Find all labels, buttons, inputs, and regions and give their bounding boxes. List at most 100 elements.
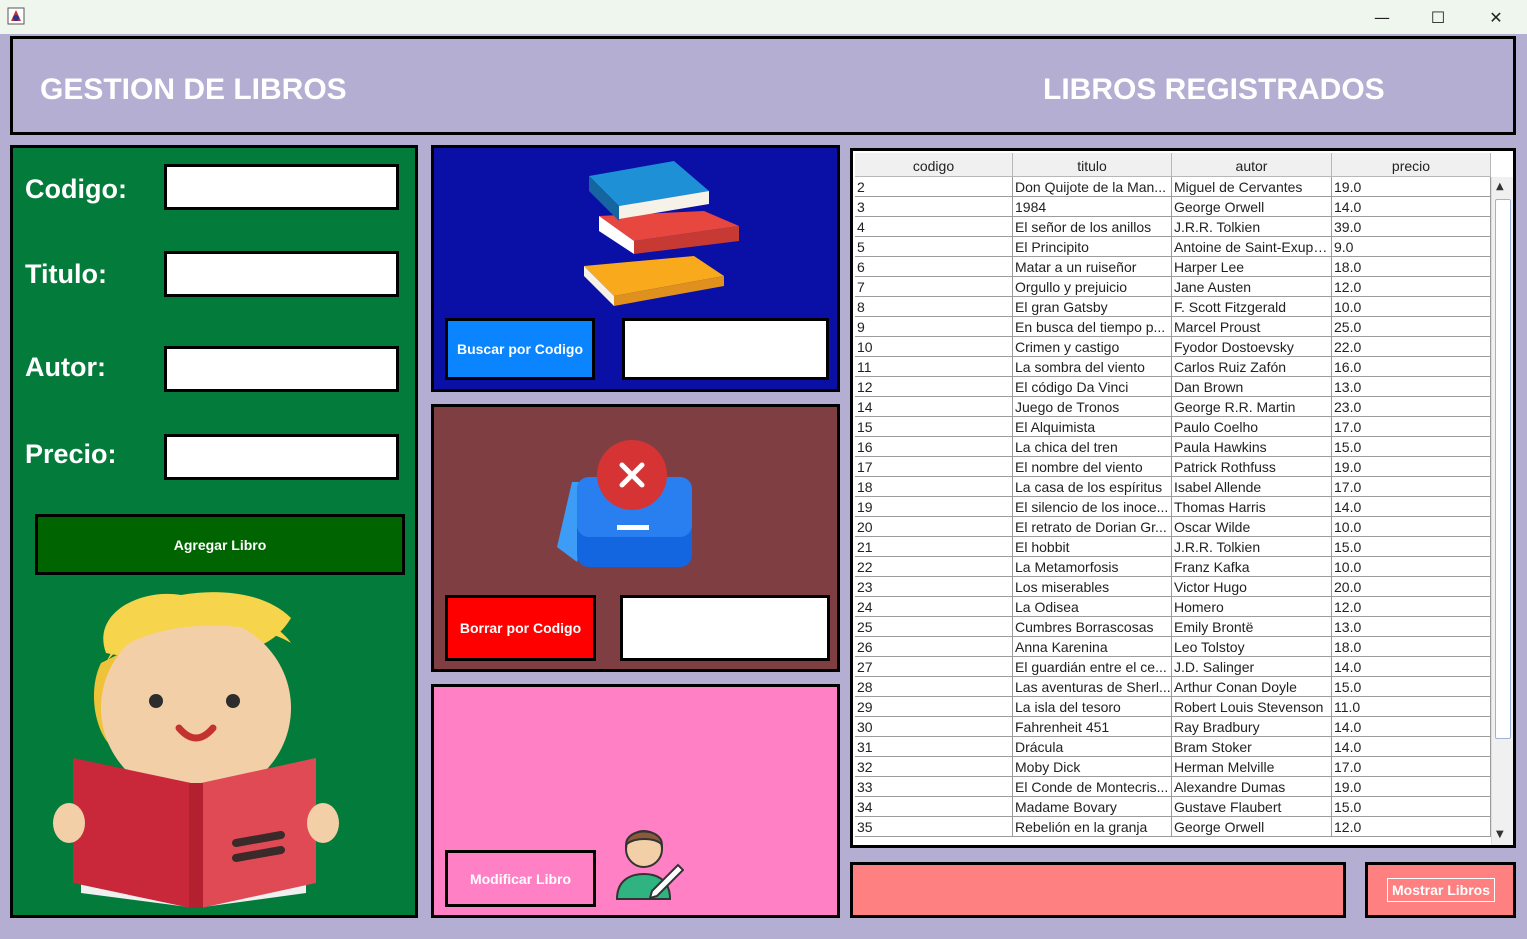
cell-titulo[interactable]: Anna Karenina — [1013, 637, 1172, 657]
table-row[interactable]: 32 Moby Dick Herman Melville 17.0 — [855, 757, 1491, 777]
table-row[interactable]: 31 Drácula Bram Stoker 14.0 — [855, 737, 1491, 757]
cell-codigo[interactable]: 34 — [855, 797, 1013, 817]
table-row[interactable]: 2 Don Quijote de la Man... Miguel de Cerva… — [855, 177, 1491, 197]
cell-codigo[interactable]: 24 — [855, 597, 1013, 617]
cell-titulo[interactable]: El nombre del viento — [1013, 457, 1172, 477]
table-row[interactable]: 33 El Conde de Montecris... Alexandre Duma… — [855, 777, 1491, 797]
cell-precio[interactable]: 9.0 — [1332, 237, 1491, 257]
cell-autor[interactable]: Leo Tolstoy — [1172, 637, 1332, 657]
cell-titulo[interactable]: El código Da Vinci — [1013, 377, 1172, 397]
cell-codigo[interactable]: 15 — [855, 417, 1013, 437]
cell-precio[interactable]: 12.0 — [1332, 597, 1491, 617]
cell-codigo[interactable]: 19 — [855, 497, 1013, 517]
cell-autor[interactable]: F. Scott Fitzgerald — [1172, 297, 1332, 317]
cell-titulo[interactable]: El Principito — [1013, 237, 1172, 257]
table-row[interactable]: 20 El retrato de Dorian Gr... Oscar Wilde 1… — [855, 517, 1491, 537]
cell-autor[interactable]: Ray Bradbury — [1172, 717, 1332, 737]
cell-codigo[interactable]: 11 — [855, 357, 1013, 377]
table-row[interactable]: 14 Juego de Tronos George R.R. Martin 23.0 — [855, 397, 1491, 417]
column-header-precio[interactable]: precio — [1332, 153, 1491, 177]
cell-autor[interactable]: Antoine de Saint-Exupé... — [1172, 237, 1332, 257]
cell-titulo[interactable]: El Alquimista — [1013, 417, 1172, 437]
cell-autor[interactable]: Bram Stoker — [1172, 737, 1332, 757]
cell-titulo[interactable]: El Conde de Montecris... — [1013, 777, 1172, 797]
cell-precio[interactable]: 19.0 — [1332, 777, 1491, 797]
show-books-button[interactable]: Mostrar Libros — [1387, 878, 1495, 902]
close-button[interactable]: ✕ — [1468, 0, 1524, 34]
table-row[interactable]: 34 Madame Bovary Gustave Flaubert 15.0 — [855, 797, 1491, 817]
table-scrollbar[interactable]: ▲ ▼ — [1491, 177, 1513, 845]
cell-codigo[interactable]: 7 — [855, 277, 1013, 297]
cell-titulo[interactable]: La Odisea — [1013, 597, 1172, 617]
table-row[interactable]: 5 El Principito Antoine de Saint-Exupé... 9… — [855, 237, 1491, 257]
table-row[interactable]: 16 La chica del tren Paula Hawkins 15.0 — [855, 437, 1491, 457]
cell-precio[interactable]: 25.0 — [1332, 317, 1491, 337]
table-row[interactable]: 29 La isla del tesoro Robert Louis Stevens… — [855, 697, 1491, 717]
cell-precio[interactable]: 13.0 — [1332, 377, 1491, 397]
cell-titulo[interactable]: En busca del tiempo p... — [1013, 317, 1172, 337]
autor-input[interactable] — [164, 346, 399, 392]
cell-codigo[interactable]: 5 — [855, 237, 1013, 257]
cell-titulo[interactable]: El retrato de Dorian Gr... — [1013, 517, 1172, 537]
cell-autor[interactable]: Gustave Flaubert — [1172, 797, 1332, 817]
cell-codigo[interactable]: 9 — [855, 317, 1013, 337]
cell-autor[interactable]: Alexandre Dumas — [1172, 777, 1332, 797]
precio-input[interactable] — [164, 434, 399, 480]
table-row[interactable]: 15 El Alquimista Paulo Coelho 17.0 — [855, 417, 1491, 437]
cell-titulo[interactable]: Las aventuras de Sherl... — [1013, 677, 1172, 697]
cell-titulo[interactable]: El guardián entre el ce... — [1013, 657, 1172, 677]
column-header-codigo[interactable]: codigo — [855, 153, 1013, 177]
cell-autor[interactable]: J.R.R. Tolkien — [1172, 537, 1332, 557]
cell-precio[interactable]: 39.0 — [1332, 217, 1491, 237]
cell-autor[interactable]: Paula Hawkins — [1172, 437, 1332, 457]
cell-autor[interactable]: Emily Brontë — [1172, 617, 1332, 637]
cell-precio[interactable]: 19.0 — [1332, 457, 1491, 477]
cell-autor[interactable]: Marcel Proust — [1172, 317, 1332, 337]
table-row[interactable]: 6 Matar a un ruiseñor Harper Lee 18.0 — [855, 257, 1491, 277]
cell-titulo[interactable]: Cumbres Borrascosas — [1013, 617, 1172, 637]
cell-codigo[interactable]: 20 — [855, 517, 1013, 537]
cell-precio[interactable]: 17.0 — [1332, 477, 1491, 497]
cell-titulo[interactable]: 1984 — [1013, 197, 1172, 217]
cell-precio[interactable]: 15.0 — [1332, 677, 1491, 697]
cell-precio[interactable]: 17.0 — [1332, 417, 1491, 437]
cell-codigo[interactable]: 14 — [855, 397, 1013, 417]
cell-autor[interactable]: Dan Brown — [1172, 377, 1332, 397]
cell-autor[interactable]: Herman Melville — [1172, 757, 1332, 777]
cell-titulo[interactable]: Orgullo y prejuicio — [1013, 277, 1172, 297]
cell-titulo[interactable]: Don Quijote de la Man... — [1013, 177, 1172, 197]
cell-autor[interactable]: J.R.R. Tolkien — [1172, 217, 1332, 237]
cell-precio[interactable]: 11.0 — [1332, 697, 1491, 717]
table-row[interactable]: 30 Fahrenheit 451 Ray Bradbury 14.0 — [855, 717, 1491, 737]
cell-autor[interactable]: Carlos Ruiz Zafón — [1172, 357, 1332, 377]
cell-titulo[interactable]: Juego de Tronos — [1013, 397, 1172, 417]
cell-autor[interactable]: Patrick Rothfuss — [1172, 457, 1332, 477]
table-row[interactable]: 3 1984 George Orwell 14.0 — [855, 197, 1491, 217]
cell-autor[interactable]: Harper Lee — [1172, 257, 1332, 277]
cell-precio[interactable]: 14.0 — [1332, 737, 1491, 757]
cell-titulo[interactable]: Madame Bovary — [1013, 797, 1172, 817]
scroll-thumb[interactable] — [1495, 199, 1511, 739]
cell-titulo[interactable]: La sombra del viento — [1013, 357, 1172, 377]
cell-precio[interactable]: 12.0 — [1332, 277, 1491, 297]
table-row[interactable]: 35 Rebelión en la granja George Orwell 12.0 — [855, 817, 1491, 837]
titulo-input[interactable] — [164, 251, 399, 297]
cell-precio[interactable]: 14.0 — [1332, 497, 1491, 517]
cell-precio[interactable]: 16.0 — [1332, 357, 1491, 377]
cell-autor[interactable]: Victor Hugo — [1172, 577, 1332, 597]
cell-codigo[interactable]: 25 — [855, 617, 1013, 637]
cell-codigo[interactable]: 23 — [855, 577, 1013, 597]
codigo-input[interactable] — [164, 164, 399, 210]
cell-titulo[interactable]: Rebelión en la granja — [1013, 817, 1172, 837]
cell-titulo[interactable]: Crimen y castigo — [1013, 337, 1172, 357]
table-row[interactable]: 11 La sombra del viento Carlos Ruiz Zafón 1… — [855, 357, 1491, 377]
cell-precio[interactable]: 10.0 — [1332, 297, 1491, 317]
cell-precio[interactable]: 13.0 — [1332, 617, 1491, 637]
cell-codigo[interactable]: 17 — [855, 457, 1013, 477]
cell-precio[interactable]: 22.0 — [1332, 337, 1491, 357]
cell-codigo[interactable]: 30 — [855, 717, 1013, 737]
cell-autor[interactable]: Oscar Wilde — [1172, 517, 1332, 537]
cell-titulo[interactable]: Matar a un ruiseñor — [1013, 257, 1172, 277]
cell-precio[interactable]: 10.0 — [1332, 557, 1491, 577]
cell-codigo[interactable]: 31 — [855, 737, 1013, 757]
